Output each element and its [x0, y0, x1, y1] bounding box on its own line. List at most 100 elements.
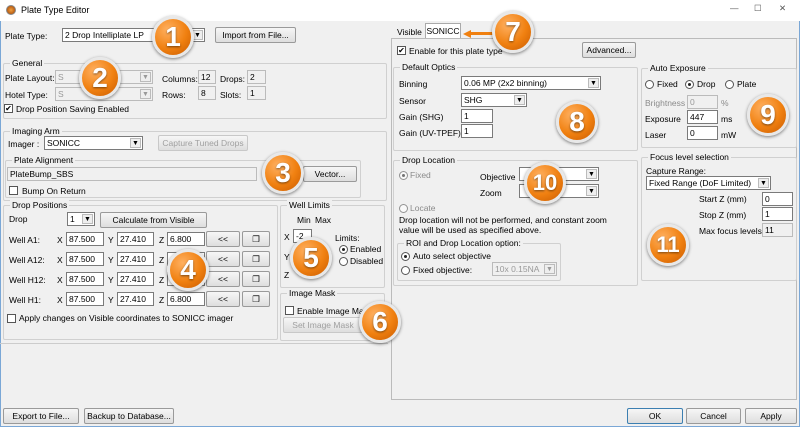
- well-y-input[interactable]: 27.410: [117, 272, 154, 286]
- copy-from-visible-button[interactable]: <<: [206, 231, 240, 247]
- ok-button[interactable]: OK: [627, 408, 683, 424]
- set-image-mask-button[interactable]: Set Image Mask: [283, 317, 363, 333]
- sensor-select[interactable]: SHG ▼: [461, 93, 527, 107]
- drops-label: Drops:: [220, 74, 246, 84]
- exposure-drop-radio[interactable]: [685, 80, 694, 89]
- auto-select-objective-radio[interactable]: [401, 252, 410, 261]
- zoom-label: Zoom: [480, 188, 502, 198]
- columns-label: Columns:: [162, 74, 198, 84]
- location-fixed-radio[interactable]: [399, 171, 408, 180]
- export-to-file-button[interactable]: Export to File...: [3, 408, 79, 424]
- copy-icon[interactable]: ❐: [242, 271, 270, 287]
- drop-positions-legend: Drop Positions: [10, 200, 70, 211]
- plate-alignment-field: PlateBump_SBS: [7, 167, 257, 181]
- well-z-input[interactable]: 6.800: [167, 232, 205, 246]
- advanced-button[interactable]: Advanced...: [582, 42, 636, 58]
- limits-disabled-radio[interactable]: [339, 257, 348, 266]
- drop-label: Drop: [697, 79, 716, 89]
- y-label: Y: [108, 235, 114, 245]
- well-x-input[interactable]: 87.500: [66, 252, 104, 266]
- capture-range-select[interactable]: Fixed Range (DoF Limited) ▼: [646, 176, 771, 190]
- general-legend: General: [10, 58, 45, 69]
- fixed-objective-label: Fixed objective:: [413, 265, 473, 275]
- exposure-label: Exposure: [645, 114, 681, 124]
- close-icon[interactable]: ✕: [779, 3, 786, 14]
- drop-value: 1: [70, 214, 75, 224]
- fixed-objective-radio[interactable]: [401, 266, 410, 275]
- gain-shg-label: Gain (SHG): [399, 112, 444, 122]
- binning-select[interactable]: 0.06 MP (2x2 binning) ▼: [461, 76, 601, 90]
- chevron-down-icon: ▼: [130, 138, 141, 148]
- z-label: Z: [159, 235, 165, 245]
- start-z-input[interactable]: 0: [762, 192, 793, 206]
- hotel-type-label: Hotel Type:: [5, 90, 48, 100]
- binning-value: 0.06 MP (2x2 binning): [464, 78, 548, 88]
- drop-saving-checkbox[interactable]: ✔: [4, 104, 13, 113]
- location-locate-radio[interactable]: [399, 204, 408, 213]
- well-z-input[interactable]: 6.800: [167, 292, 205, 306]
- divider: [0, 343, 388, 344]
- copy-icon[interactable]: ❐: [242, 251, 270, 267]
- well-y-input[interactable]: 27.410: [117, 232, 154, 246]
- gain-uv-input[interactable]: 1: [461, 124, 493, 138]
- chevron-down-icon: ▼: [586, 169, 597, 179]
- apply-sonicc-checkbox[interactable]: [7, 314, 16, 323]
- enable-image-mask-checkbox[interactable]: [285, 306, 294, 315]
- vector-button[interactable]: Vector...: [303, 166, 357, 182]
- well-x-input[interactable]: 87.500: [66, 292, 104, 306]
- z-label: Z: [159, 255, 165, 265]
- brightness-input: 0: [687, 95, 718, 109]
- import-from-file-button[interactable]: Import from File...: [215, 27, 296, 43]
- tab-sonicc[interactable]: SONICC: [425, 23, 461, 39]
- well-label: Well A1:: [9, 235, 41, 245]
- well-label: Well H12:: [9, 275, 46, 285]
- fixed-objective-select[interactable]: 10x 0.15NA ▼: [492, 262, 557, 276]
- minimize-icon[interactable]: —: [730, 3, 739, 14]
- z-label: Z: [159, 295, 165, 305]
- well-y-input[interactable]: 27.410: [117, 292, 154, 306]
- fixed-label: Fixed: [410, 170, 431, 180]
- copy-from-visible-button[interactable]: <<: [206, 271, 240, 287]
- well-x-input[interactable]: 87.500: [66, 272, 104, 286]
- well-y-input[interactable]: 27.410: [117, 252, 154, 266]
- drop-location-legend: Drop Location: [400, 155, 457, 166]
- calculate-from-visible-button[interactable]: Calculate from Visible: [100, 212, 207, 228]
- plate-label: Plate: [737, 79, 757, 89]
- plate-alignment-legend: Plate Alignment: [12, 155, 76, 166]
- exposure-fixed-radio[interactable]: [645, 80, 654, 89]
- bump-on-return-checkbox[interactable]: [9, 186, 18, 195]
- laser-unit: mW: [721, 130, 737, 140]
- y-label: Y: [108, 275, 114, 285]
- cancel-button[interactable]: Cancel: [686, 408, 741, 424]
- tab-visible[interactable]: Visible: [397, 27, 422, 38]
- maximize-icon[interactable]: ☐: [754, 3, 762, 14]
- copy-from-visible-button[interactable]: <<: [206, 251, 240, 267]
- drops-field: 2: [247, 70, 266, 84]
- brightness-unit: %: [721, 98, 729, 108]
- rows-field: 8: [198, 86, 216, 100]
- copy-icon[interactable]: ❐: [242, 231, 270, 247]
- rows-label: Rows:: [162, 90, 186, 100]
- drop-select[interactable]: 1 ▼: [67, 212, 95, 226]
- imager-select[interactable]: SONICC ▼: [44, 136, 143, 150]
- max-focus-label: Max focus levels: [699, 226, 762, 236]
- exposure-plate-radio[interactable]: [725, 80, 734, 89]
- stop-z-input[interactable]: 1: [762, 207, 793, 221]
- apply-button[interactable]: Apply: [745, 408, 797, 424]
- fixed-label: Fixed: [657, 79, 678, 89]
- capture-tuned-drops-button[interactable]: Capture Tuned Drops: [158, 135, 248, 151]
- callout-badge: 10: [524, 162, 566, 204]
- well-x-input[interactable]: 87.500: [66, 232, 104, 246]
- bump-on-return-label: Bump On Return: [22, 186, 86, 196]
- exposure-input[interactable]: 447: [687, 110, 718, 124]
- limits-enabled-radio[interactable]: [339, 245, 348, 254]
- callout-badge: 8: [556, 101, 598, 143]
- copy-from-visible-button[interactable]: <<: [206, 291, 240, 307]
- brightness-label: Brightness: [645, 98, 686, 108]
- copy-icon[interactable]: ❐: [242, 291, 270, 307]
- laser-input[interactable]: 0: [687, 126, 718, 140]
- gain-shg-input[interactable]: 1: [461, 109, 493, 123]
- enable-plate-type-checkbox[interactable]: ✔: [397, 46, 406, 55]
- backup-to-database-button[interactable]: Backup to Database...: [84, 408, 174, 424]
- title-bar: Plate Type Editor — ☐ ✕: [0, 0, 800, 21]
